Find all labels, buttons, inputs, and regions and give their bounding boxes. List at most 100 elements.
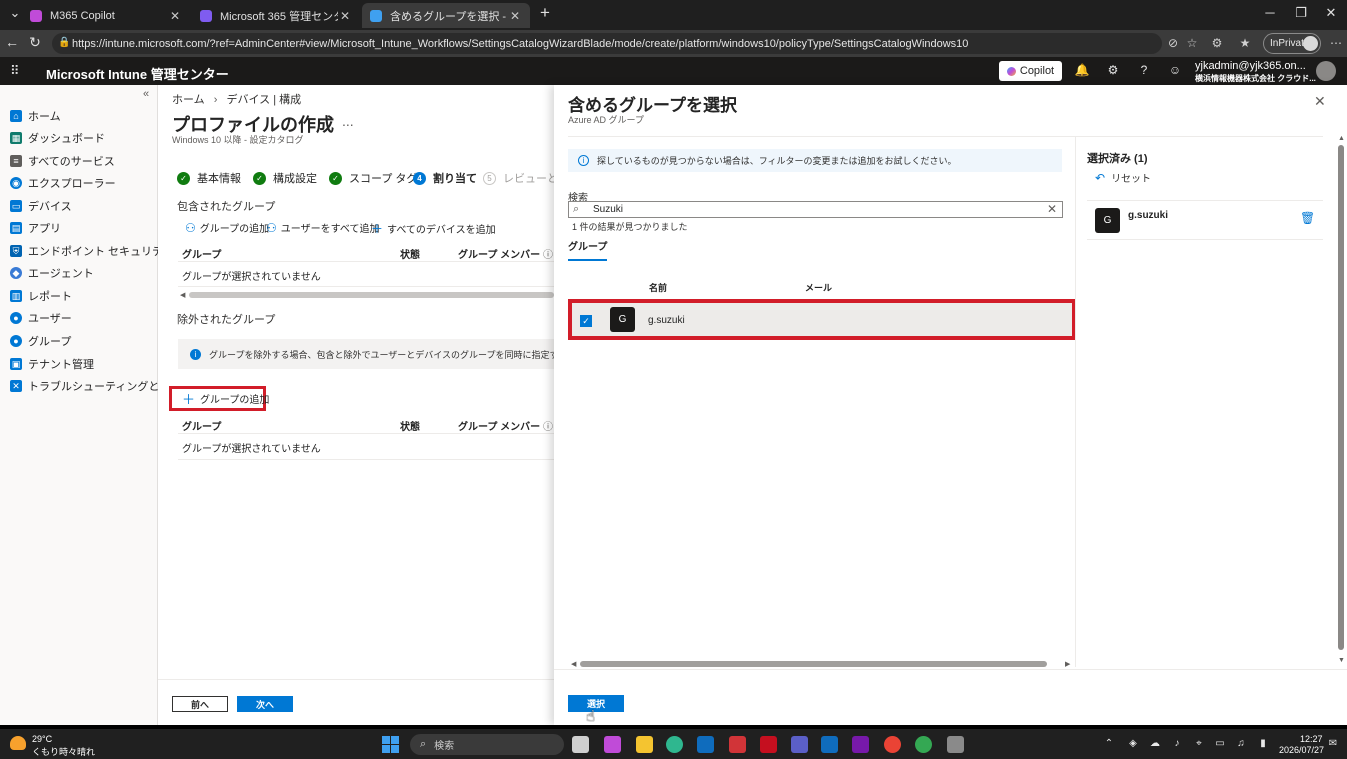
breadcrumb-devices[interactable]: デバイス | 構成 [226,94,301,106]
avatar[interactable] [1316,61,1336,81]
wizard-step-settings[interactable]: ✓ 構成設定 [253,170,317,186]
breadcrumb-home[interactable]: ホーム [172,94,205,106]
sidebar-item-dashboard[interactable]: ▦ ダッシュボード [10,129,105,147]
gear-icon[interactable]: ⚙ [1104,63,1122,77]
column-header-members[interactable]: グループ メンバー ⓘ [458,418,553,433]
user-email[interactable]: yjkadmin@yjk365.on... [1195,60,1306,72]
m365-app-icon[interactable] [604,736,621,753]
reset-button[interactable]: ↶ リセット [1095,170,1151,186]
table-row[interactable]: ✓ G g.suzuki [568,299,1076,340]
search-input[interactable] [593,203,1033,216]
close-icon[interactable]: ✕ [168,9,182,23]
url-field[interactable]: 🔒 https://intune.microsoft.com/?ref=Admi… [52,33,1162,54]
vertical-scrollbar[interactable] [1338,145,1344,650]
next-button[interactable]: 次へ [237,696,293,712]
wizard-step-basics[interactable]: ✓ 基本情報 [177,170,241,186]
wizard-step-scope-tags[interactable]: ✓ スコープ タグ [329,170,417,186]
refresh-icon[interactable]: ↻ [25,34,45,51]
sidebar-item-groups[interactable]: ● グループ [10,332,71,350]
sidebar-item-explorer[interactable]: ◉ エクスプローラー [10,174,116,192]
collapse-chevron-icon[interactable]: « [143,88,149,100]
scroll-up-icon[interactable]: ▲ [1338,135,1345,142]
column-header-name[interactable]: 名前 [649,281,667,294]
copilot-button[interactable]: Copilot [999,61,1062,81]
column-header-status[interactable]: 状態 [400,418,420,433]
more-options-icon[interactable]: ⋯ [1328,36,1344,50]
column-header-status[interactable]: 状態 [400,246,420,261]
browser-tab-intune[interactable]: 含めるグループを選択 - Microsoft Intune ✕ [362,3,530,28]
display-icon[interactable]: ▭ [1213,738,1227,749]
horizontal-scrollbar[interactable] [580,661,1047,667]
volume-icon[interactable]: ♫ [1234,738,1248,749]
chrome-icon[interactable] [884,736,901,753]
add-all-devices-button[interactable]: ＋ すべてのデバイスを追加 [371,220,496,237]
sidebar-item-users[interactable]: ● ユーザー [10,309,72,327]
favorite-star-icon[interactable]: ☆ [1184,36,1200,50]
inprivate-badge[interactable]: InPrivate [1263,33,1321,54]
onedrive-icon[interactable]: ☁ [1148,738,1162,749]
sidebar-item-all-services[interactable]: ≡ すべてのサービス [10,152,115,170]
horizontal-scrollbar[interactable] [189,292,554,298]
app-launcher-icon[interactable]: ⠿ [10,63,20,79]
task-view-icon[interactable] [572,736,589,753]
store-icon[interactable] [697,736,714,753]
window-close-icon[interactable]: ✕ [1316,5,1346,21]
tab-groups[interactable]: グループ [568,238,608,261]
column-header-members[interactable]: グループ メンバー ⓘ [458,246,553,261]
sidebar-item-reports[interactable]: ▥ レポート [10,287,72,305]
tray-chevron-icon[interactable]: ⌃ [1102,738,1116,749]
onenote-icon[interactable] [852,736,869,753]
tray-app-icon[interactable]: ◈ [1126,738,1140,749]
select-button[interactable]: 選択 [568,695,624,712]
notification-icon[interactable]: ✉ [1326,738,1340,749]
clock-time[interactable]: 12:27 [1300,734,1323,744]
close-icon[interactable]: ✕ [338,9,352,23]
restore-icon[interactable]: ❐ [1286,5,1316,21]
close-icon[interactable]: ✕ [1314,93,1326,110]
browser-tab-m365-admin[interactable]: Microsoft 365 管理センター ✕ [192,3,360,28]
clear-icon[interactable]: ✕ [1047,202,1057,216]
feedback-icon[interactable]: ☺ [1166,63,1184,77]
weather-icon[interactable] [10,736,26,750]
add-all-users-button[interactable]: ⚇ ユーザーをすべて追加 [266,220,379,236]
add-groups-button[interactable]: ⚇ グループの追加 [185,220,269,236]
snipping-tool-icon[interactable] [947,736,964,753]
chrome-profile-icon[interactable] [915,736,932,753]
previous-button[interactable]: 前へ [172,696,228,712]
sidebar-item-apps[interactable]: ▤ アプリ [10,219,61,237]
new-tab-button[interactable]: + [530,3,560,23]
sidebar-item-tenant-admin[interactable]: ▣ テナント管理 [10,355,94,373]
clock-date[interactable]: 2026/07/27 [1279,745,1324,755]
battery-icon[interactable]: ▮ [1256,738,1270,749]
start-button[interactable] [382,736,399,753]
tracking-prevention-icon[interactable]: ⊘ [1165,36,1181,50]
column-header-group[interactable]: グループ [182,246,221,261]
checkbox-checked-icon[interactable]: ✓ [580,315,592,327]
security-app-icon[interactable] [760,736,777,753]
wizard-step-review[interactable]: 5 レビューと作成 [483,170,554,186]
extensions-icon[interactable]: ⚙ [1209,36,1225,50]
sidebar-item-home[interactable]: ⌂ ホーム [10,107,61,125]
browser-tab-m365-copilot[interactable]: M365 Copilot ✕ [22,3,190,28]
favorites-icon[interactable]: ★ [1237,36,1253,50]
sidebar-item-devices[interactable]: ▭ デバイス [10,197,72,215]
sidebar-item-agents[interactable]: ◆ エージェント [10,264,94,282]
bell-icon[interactable]: 🔔 [1073,63,1091,77]
help-icon[interactable]: ? [1135,63,1153,77]
scroll-left-icon[interactable]: ◀ [571,660,576,668]
teams-icon[interactable] [791,736,808,753]
microphone-icon[interactable]: ♪ [1170,738,1184,749]
outlook-icon[interactable] [821,736,838,753]
wizard-step-assignments[interactable]: 4 割り当て [413,170,477,186]
scroll-left-icon[interactable]: ◀ [180,291,185,299]
more-options-icon[interactable]: ... [342,113,354,129]
app-title[interactable]: Microsoft Intune 管理センター [46,64,229,83]
sidebar-item-endpoint-security[interactable]: ⛨ エンドポイント セキュリティ [10,242,173,260]
column-header-group[interactable]: グループ [182,418,221,433]
column-header-mail[interactable]: メール [805,281,832,294]
trash-icon[interactable]: 🗑 [1300,211,1315,225]
minimize-icon[interactable]: ─ [1255,5,1285,20]
back-arrow-icon[interactable]: ← [2,34,22,50]
scroll-right-icon[interactable]: ▶ [1065,660,1070,668]
scroll-down-icon[interactable]: ▼ [1338,657,1345,664]
